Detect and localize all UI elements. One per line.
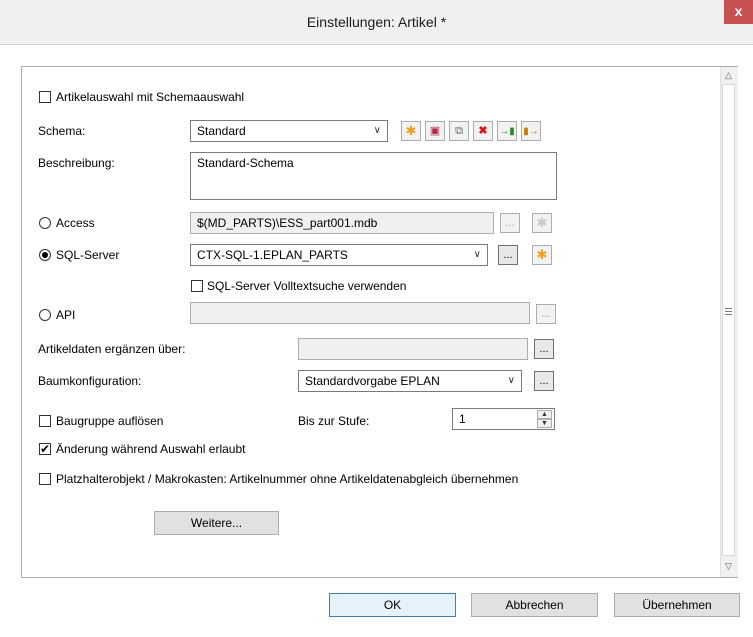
supplement-label: Artikeldaten ergänzen über: [38,342,186,356]
tree-config-dropdown[interactable]: Standardvorgabe EPLAN ∨ [298,370,522,392]
sql-server-browse-button[interactable]: ... [498,245,518,265]
fulltext-label: SQL-Server Volltextsuche verwenden [207,279,407,293]
export-icon: ▮→ [523,126,539,137]
export-schema-button[interactable]: ▮→ [521,121,541,141]
scroll-up-icon[interactable]: △ [720,67,737,83]
new-icon: ✱ [405,123,417,138]
scroll-down-icon[interactable]: ▽ [720,558,737,574]
scroll-grip-line [725,314,732,315]
level-label: Bis zur Stufe: [298,414,370,428]
tree-config-value: Standardvorgabe EPLAN [305,374,440,388]
description-value: Standard-Schema [197,156,294,170]
cancel-button[interactable]: Abbrechen [471,593,598,617]
schema-dropdown[interactable]: Standard ∨ [190,120,388,142]
sql-server-label: SQL-Server [56,248,120,262]
save-icon: ▣ [429,125,441,137]
description-textarea[interactable]: Standard-Schema [190,152,557,200]
apply-button[interactable]: Übernehmen [614,593,740,617]
api-field[interactable] [190,302,530,324]
change-during-selection-checkbox[interactable] [39,441,51,457]
delete-schema-button[interactable]: ✖ [473,121,493,141]
api-browse-button[interactable]: ... [536,304,556,324]
schema-select-label: Artikelauswahl mit Schemaauswahl [56,90,245,104]
level-value: 1 [459,412,466,426]
tree-config-label: Baumkonfiguration: [38,374,142,388]
copy-schema-button[interactable]: ⧉ [449,121,469,141]
sql-server-dropdown[interactable]: CTX-SQL-1.EPLAN_PARTS ∨ [190,244,488,266]
spin-down-icon[interactable]: ▼ [537,419,552,428]
resolve-assembly-checkbox[interactable] [39,415,51,427]
more-button[interactable]: Weitere... [154,511,279,535]
scrollbar-thumb[interactable] [722,84,735,556]
schema-select-checkbox[interactable] [39,91,51,103]
import-schema-button[interactable]: →▮ [497,121,517,141]
placeholder-checkbox[interactable] [39,473,51,485]
access-browse-button[interactable]: ... [500,213,520,233]
resolve-assembly-label: Baugruppe auflösen [56,414,164,428]
access-path-value: $(MD_PARTS)\ESS_part001.mdb [197,216,378,230]
fulltext-checkbox[interactable] [191,280,203,292]
access-radio[interactable] [39,217,51,229]
access-new-button[interactable]: ✱ [532,213,552,233]
new-icon: ✱ [536,247,548,262]
schema-value: Standard [197,124,246,138]
window-title: Einstellungen: Artikel * [306,14,447,30]
import-icon: →▮ [499,126,515,137]
api-label: API [56,308,76,322]
placeholder-label: Platzhalterobjekt / Makrokasten: Artikel… [56,472,519,486]
access-label: Access [56,216,95,230]
spin-up-icon[interactable]: ▲ [537,410,552,419]
delete-icon: ✖ [478,125,488,137]
scroll-grip-line [725,311,732,312]
schema-label: Schema: [38,124,86,138]
supplement-browse-button[interactable]: ... [534,339,554,359]
supplement-field[interactable] [298,338,528,360]
tree-config-browse-button[interactable]: ... [534,371,554,391]
level-spinner[interactable]: 1 ▲ ▼ [452,408,555,430]
sql-server-radio[interactable] [39,249,51,261]
ok-button[interactable]: OK [329,593,456,617]
save-schema-button[interactable]: ▣ [425,121,445,141]
change-during-selection-label: Änderung während Auswahl erlaubt [56,442,246,456]
chevron-down-icon: ∨ [507,375,515,386]
api-radio[interactable] [39,309,51,321]
new-schema-button[interactable]: ✱ [401,121,421,141]
close-button[interactable]: x [724,0,753,24]
description-label: Beschreibung: [38,156,115,170]
sql-server-new-button[interactable]: ✱ [532,245,552,265]
chevron-down-icon: ∨ [373,125,381,136]
sql-server-value: CTX-SQL-1.EPLAN_PARTS [197,248,348,262]
copy-icon: ⧉ [455,125,463,137]
chevron-down-icon: ∨ [473,249,481,260]
scroll-grip-line [725,308,732,309]
access-path-field[interactable]: $(MD_PARTS)\ESS_part001.mdb [190,212,494,234]
new-icon: ✱ [536,215,548,230]
